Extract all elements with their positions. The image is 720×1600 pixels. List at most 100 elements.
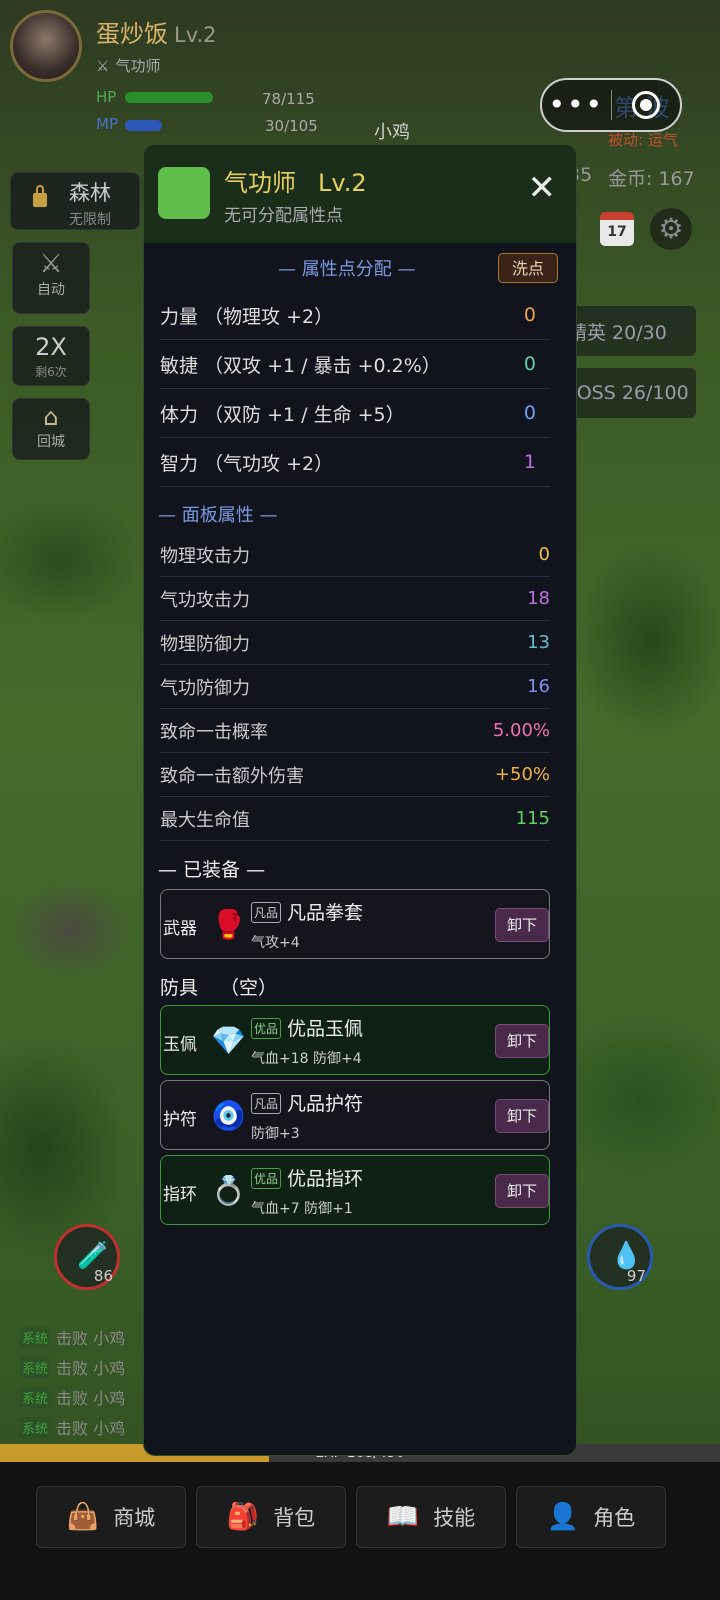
nav-label: 技能 — [433, 1506, 476, 1530]
panel-stat-label: 物理攻击力 — [160, 545, 250, 567]
attribute-label: 智力 （气功攻 +2） — [160, 452, 334, 475]
grade-badge: 凡品 — [251, 902, 282, 923]
unequip-button[interactable]: 卸下 — [495, 908, 549, 942]
zone-button[interactable]: 森林 无限制 — [10, 172, 140, 230]
boxing-glove-icon: 🥊 — [211, 908, 246, 941]
nav-bag[interactable]: 🎒 背包 — [196, 1486, 346, 1548]
attribute-label: 体力 （双防 +1 / 生命 +5） — [160, 403, 405, 426]
speed-label: 2X — [35, 333, 67, 361]
equip-name: 优品指环 — [287, 1168, 364, 1190]
panel-stat-value: 0 — [538, 544, 550, 565]
miniprogram-capsule: ••• — [540, 78, 682, 132]
equip-name: 优品玉佩 — [287, 1018, 364, 1040]
grade-badge: 优品 — [251, 1018, 282, 1039]
character-modal: 气功师 Lv.2 无可分配属性点 ✕ — 属性点分配 — 洗点 力量 （物理攻 +… — [143, 144, 577, 1456]
house-icon: ⌂ — [43, 403, 59, 431]
return-town-button[interactable]: ⌂ 回城 — [12, 398, 90, 460]
attribute-value: 0 — [523, 402, 536, 424]
modal-class: 气功师 — [224, 169, 296, 197]
panel-stat-value: 115 — [515, 808, 550, 829]
battle-log: 系统 击败 小鸡 系统 击败 小鸡 系统 击败 小鸡 系统 击败 小鸡 — [20, 1322, 150, 1442]
section-points-title: — 属性点分配 — — [278, 259, 416, 280]
section-equipped-title: — 已装备 — — [158, 859, 266, 881]
equip-weapon-card[interactable]: 武器 🥊 凡品 凡品拳套 气攻+4 卸下 — [160, 889, 550, 959]
player-name-line: 蛋炒饭 Lv.2 — [96, 14, 217, 49]
mp-potion-button[interactable]: 💧 97 — [587, 1224, 653, 1290]
hp-potion-button[interactable]: 🧪 86 — [54, 1224, 120, 1290]
log-tag: 系统 — [20, 1416, 51, 1438]
auto-battle-button[interactable]: ⚔ 自动 — [12, 242, 90, 314]
equip-slot: 指环 — [163, 1185, 197, 1205]
close-miniprogram-button[interactable] — [612, 91, 681, 119]
log-entry: 系统 击败 小鸡 — [20, 1322, 150, 1352]
nav-skills[interactable]: 📖 技能 — [356, 1486, 506, 1548]
panel-stat-value: 18 — [527, 588, 550, 609]
equip-stats: 气血+7 防御+1 — [251, 1201, 353, 1217]
panel-stat-row: 物理防御力 13 — [160, 621, 550, 665]
grade-badge: 优品 — [251, 1168, 282, 1189]
panel-stat-label: 致命一击概率 — [160, 721, 268, 743]
equip-accessory-card[interactable]: 护符 🧿 凡品 凡品护符 防御+3 卸下 — [160, 1080, 550, 1150]
mp-label: MP — [96, 115, 118, 133]
panel-stat-row: 最大生命值 115 — [160, 797, 550, 841]
modal-subtitle: 无可分配属性点 — [224, 206, 343, 226]
player-level: Lv.2 — [174, 23, 217, 47]
equip-stats: 气血+18 防御+4 — [251, 1051, 362, 1067]
modal-level: Lv.2 — [318, 169, 367, 197]
modal-title: 气功师 Lv.2 — [224, 163, 367, 198]
hp-label: HP — [96, 88, 117, 106]
unequip-button[interactable]: 卸下 — [495, 1174, 549, 1208]
panel-stat-label: 气功防御力 — [160, 677, 250, 699]
zone-sub: 无限制 — [69, 212, 111, 228]
nav-character[interactable]: 👤 角色 — [516, 1486, 666, 1548]
panel-stat-label: 气功攻击力 — [160, 589, 250, 611]
modal-header: 气功师 Lv.2 无可分配属性点 ✕ — [144, 145, 576, 243]
attribute-label: 力量 （物理攻 +2） — [160, 305, 334, 328]
grade-badge: 凡品 — [251, 1093, 282, 1114]
nav-shop[interactable]: 👜 商城 — [36, 1486, 186, 1548]
mp-bar — [125, 120, 162, 131]
close-icon[interactable]: ✕ — [528, 171, 557, 205]
mp-value: 30/105 — [265, 117, 318, 135]
attribute-row: 智力 （气功攻 +2） 1 — [160, 438, 550, 487]
log-tag: 系统 — [20, 1386, 51, 1408]
person-icon: 👤 — [546, 1502, 580, 1532]
book-icon: 📖 — [386, 1502, 420, 1532]
player-name: 蛋炒饭 — [96, 20, 168, 48]
attribute-row: 力量 （物理攻 +2） 0 — [160, 291, 550, 340]
player-avatar[interactable] — [10, 10, 82, 82]
speed-button[interactable]: 2X 剩6次 — [12, 326, 90, 386]
panel-stat-label: 致命一击额外伤害 — [160, 765, 304, 787]
panel-stat-value: 5.00% — [492, 720, 550, 741]
panel-stat-row: 气功攻击力 18 — [160, 577, 550, 621]
attribute-value: 1 — [523, 451, 536, 473]
equip-stats: 防御+3 — [251, 1126, 300, 1142]
home-label: 回城 — [37, 434, 65, 450]
armor-empty: （空） — [220, 977, 278, 999]
unequip-button[interactable]: 卸下 — [495, 1099, 549, 1133]
lock-icon — [33, 185, 47, 207]
panel-stat-value: 16 — [527, 676, 550, 697]
passive-skill: 被动: 运气 — [608, 131, 678, 149]
shopping-bag-icon: 👜 — [66, 1502, 100, 1532]
zone-name: 森林 — [69, 181, 111, 205]
nav-label: 角色 — [593, 1506, 636, 1530]
unequip-button[interactable]: 卸下 — [495, 1024, 549, 1058]
log-text: 击败 小鸡 — [56, 1359, 126, 1378]
panel-stat-label: 最大生命值 — [160, 809, 250, 831]
armor-slot-label: 防具 （空） — [160, 973, 277, 1000]
more-menu-button[interactable]: ••• — [542, 91, 611, 119]
calendar-icon[interactable]: 17 — [600, 212, 634, 246]
player-class: ⚔ 气功师 — [96, 55, 160, 76]
equip-accessory-card[interactable]: 玉佩 💎 优品 优品玉佩 气血+18 防御+4 卸下 — [160, 1005, 550, 1075]
panel-stat-value: 13 — [527, 632, 550, 653]
reset-points-button[interactable]: 洗点 — [498, 253, 558, 283]
gear-icon[interactable]: ⚙ — [650, 208, 692, 250]
nav-label: 背包 — [273, 1506, 316, 1530]
log-tag: 系统 — [20, 1326, 51, 1348]
equip-accessory-card[interactable]: 指环 💍 优品 优品指环 气血+7 防御+1 卸下 — [160, 1155, 550, 1225]
attribute-value: 0 — [523, 304, 536, 326]
gold-display: 金币: 167 — [608, 168, 695, 190]
panel-stat-row: 致命一击额外伤害 +50% — [160, 753, 550, 797]
crossed-swords-icon: ⚔ — [39, 249, 63, 279]
